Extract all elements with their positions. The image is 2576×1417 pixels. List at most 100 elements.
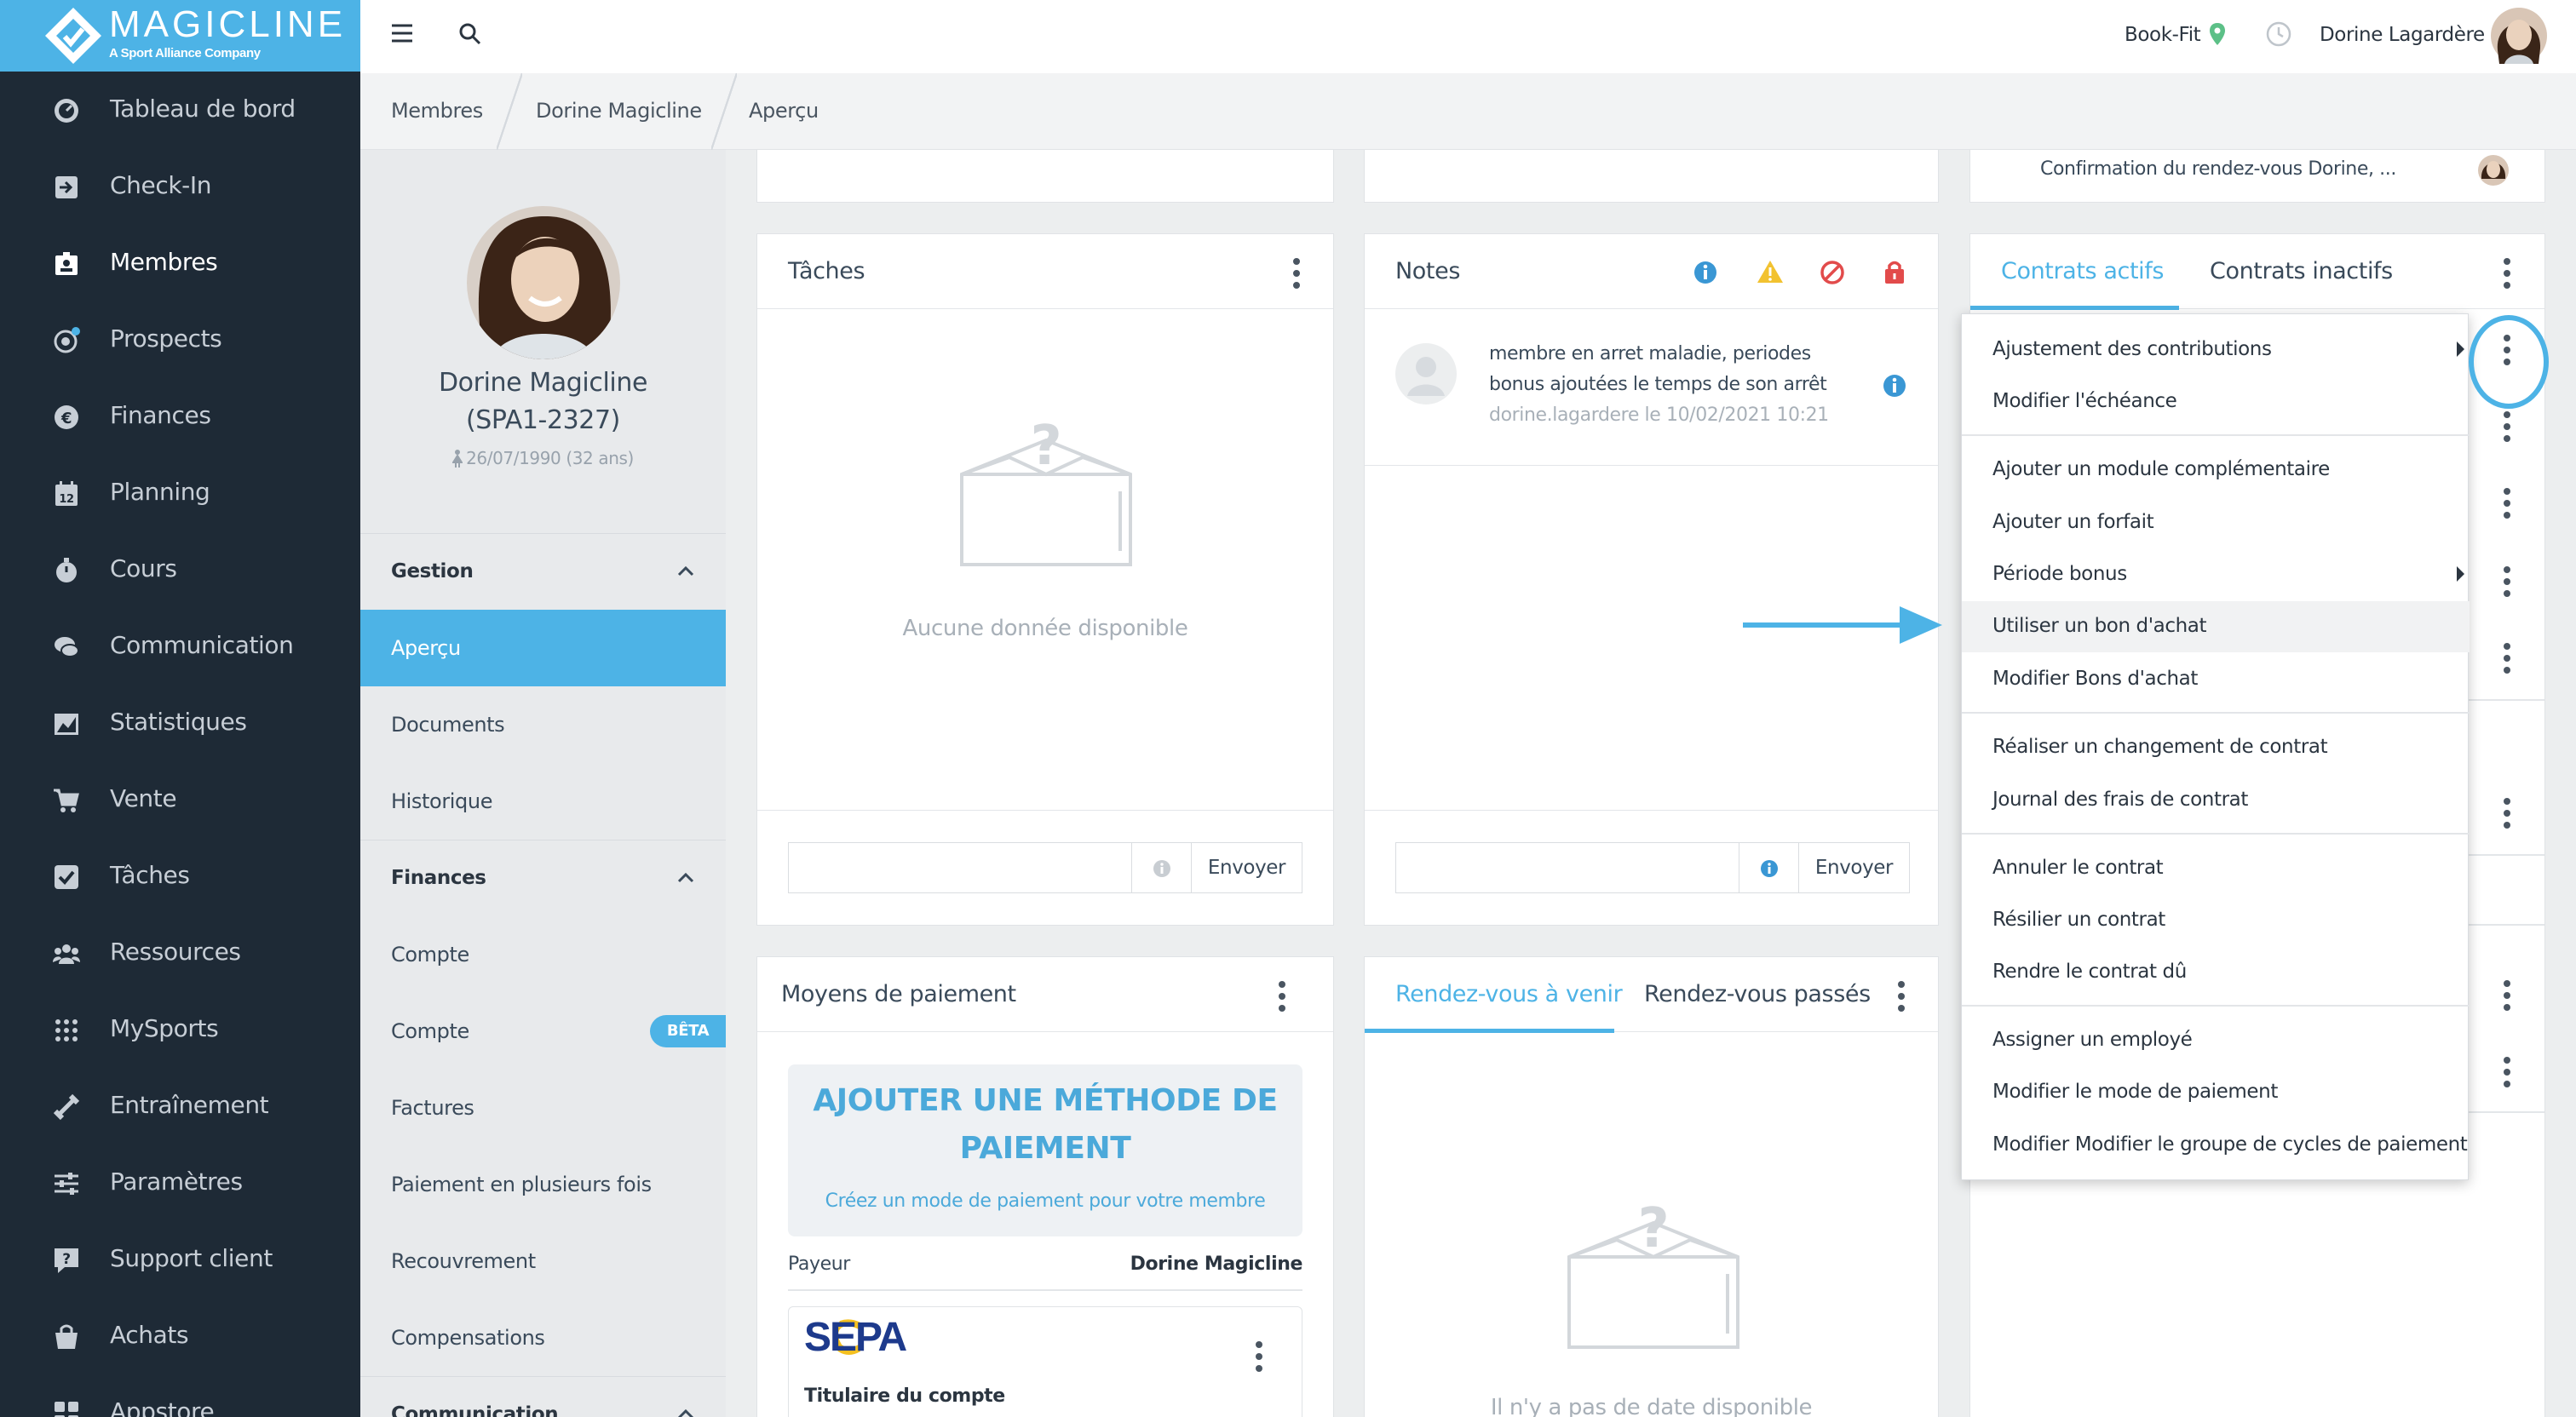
menu-item-compensations[interactable]: Compensations <box>360 1299 726 1376</box>
menu-item-modifier-mode-paiement[interactable]: Modifier le mode de paiement <box>1962 1067 2470 1118</box>
menu-item-assigner-employe[interactable]: Assigner un employé <box>1962 1015 2470 1066</box>
contract-row-options-icon[interactable] <box>2502 1057 2512 1091</box>
sidebar-item-members[interactable]: Membres <box>0 226 360 302</box>
brand-logo[interactable]: MAGICLINE A Sport Alliance Company <box>0 0 360 72</box>
menu-item-rendre-contrat-du[interactable]: Rendre le contrat dû <box>1962 947 2470 998</box>
menu-item-ajustement-contributions[interactable]: Ajustement des contributions <box>1962 324 2470 376</box>
menu-item-compte[interactable]: Compte <box>360 916 726 993</box>
menu-item-label: Aperçu <box>391 636 461 660</box>
contract-row-options-icon[interactable] <box>2502 566 2512 600</box>
sidebar-item-statistiques[interactable]: Statistiques <box>0 686 360 762</box>
note-input[interactable] <box>1395 842 1739 893</box>
task-info[interactable] <box>1132 842 1192 893</box>
chevron-up-icon[interactable] <box>677 1409 694 1417</box>
breadcrumb-item-member[interactable]: Dorine Magicline <box>536 99 702 123</box>
menu-item-changement-contrat[interactable]: Réaliser un changement de contrat <box>1962 722 2470 773</box>
task-send-button[interactable]: Envoyer <box>1192 842 1302 893</box>
clock-icon[interactable] <box>2266 21 2291 47</box>
tab-contrats-inactifs[interactable]: Contrats inactifs <box>2210 258 2393 284</box>
tab-rdv-a-venir[interactable]: Rendez-vous à venir <box>1395 981 1623 1007</box>
chevron-up-icon[interactable] <box>677 566 694 577</box>
more-options-icon[interactable] <box>1254 1341 1264 1375</box>
menu-item-compte-beta[interactable]: Compte BÊTA <box>360 993 726 1070</box>
menu-item-ajouter-forfait[interactable]: Ajouter un forfait <box>1962 497 2470 548</box>
menu-item-periode-bonus[interactable]: Période bonus <box>1962 549 2470 600</box>
section-communication[interactable]: Communication <box>360 1376 726 1417</box>
chevron-up-icon[interactable] <box>677 873 694 883</box>
note-item[interactable]: membre en arret maladie, periodes bonus … <box>1365 309 1938 466</box>
menu-item-modifier-bons-achat[interactable]: Modifier Bons d'achat <box>1962 654 2470 705</box>
empty-state-text: Aucune donnée disponible <box>902 616 1188 641</box>
tab-contrats-actifs[interactable]: Contrats actifs <box>2001 258 2164 284</box>
menu-item-paiement-plusieurs-fois[interactable]: Paiement en plusieurs fois <box>360 1146 726 1223</box>
menu-divider <box>1962 1005 2470 1007</box>
sidebar-item-vente[interactable]: Vente <box>0 762 360 839</box>
menu-divider <box>1962 712 2470 714</box>
beta-badge: BÊTA <box>650 1015 726 1047</box>
lock-filter-icon[interactable] <box>1883 259 1906 284</box>
note-text-line-1: membre en arret maladie, periodes <box>1489 343 1811 364</box>
section-gestion[interactable]: Gestion <box>360 533 726 610</box>
sidebar-item-support[interactable]: ? Support client <box>0 1222 360 1299</box>
hamburger-menu-icon[interactable] <box>392 24 412 43</box>
menu-item-documents[interactable]: Documents <box>360 686 726 763</box>
note-info[interactable] <box>1739 842 1799 893</box>
studio-selector[interactable]: Book-Fit <box>2125 24 2201 46</box>
sidebar-item-finances[interactable]: € Finances <box>0 379 360 456</box>
menu-item-resilier-contrat[interactable]: Résilier un contrat <box>1962 895 2470 946</box>
more-options-icon[interactable] <box>1277 981 1287 1015</box>
contract-row-options-icon[interactable] <box>2502 411 2512 445</box>
sidebar-item-entrainement[interactable]: Entraînement <box>0 1069 360 1145</box>
sidebar-item-dashboard[interactable]: Tableau de bord <box>0 72 360 149</box>
sidebar-item-cours[interactable]: Cours <box>0 532 360 609</box>
sidebar-item-planning[interactable]: 12 Planning <box>0 456 360 532</box>
chat-icon <box>55 637 79 657</box>
menu-item-journal-frais[interactable]: Journal des frais de contrat <box>1962 775 2470 826</box>
menu-item-apercu[interactable]: Aperçu <box>360 610 726 686</box>
contract-row-options-icon[interactable] <box>2502 980 2512 1014</box>
sidebar-item-mysports[interactable]: MySports <box>0 992 360 1069</box>
section-finances[interactable]: Finances <box>360 840 726 916</box>
menu-item-label: Historique <box>391 789 493 813</box>
menu-item-factures[interactable]: Factures <box>360 1070 726 1146</box>
blocked-filter-icon[interactable] <box>1820 260 1845 285</box>
sidebar-item-prospects[interactable]: Prospects <box>0 302 360 379</box>
info-filter-icon[interactable] <box>1693 261 1717 284</box>
section-title: Gestion <box>391 560 474 582</box>
sidebar-item-checkin[interactable]: Check-In <box>0 149 360 226</box>
note-send-button[interactable]: Envoyer <box>1799 842 1910 893</box>
menu-item-recouvrement[interactable]: Recouvrement <box>360 1223 726 1299</box>
menu-item-utiliser-bon-achat[interactable]: Utiliser un bon d'achat <box>1962 601 2470 652</box>
tab-rdv-passes[interactable]: Rendez-vous passés <box>1644 981 1871 1007</box>
add-payment-method-button[interactable]: AJOUTER UNE MÉTHODE DE PAIEMENT Créez un… <box>788 1064 1302 1236</box>
menu-item-historique[interactable]: Historique <box>360 763 726 840</box>
warning-filter-icon[interactable] <box>1757 260 1784 284</box>
breadcrumb-item-members[interactable]: Membres <box>391 99 483 123</box>
menu-item-label: Résilier un contrat <box>1992 909 2165 931</box>
sepa-payment-card[interactable]: SEPA Titulaire du compte <box>788 1306 1302 1417</box>
sidebar-item-taches[interactable]: Tâches <box>0 839 360 915</box>
sidebar-item-communication[interactable]: Communication <box>0 609 360 686</box>
finances-icon: € <box>55 405 78 429</box>
menu-item-modifier-groupe-cycles[interactable]: Modifier Modifier le groupe de cycles de… <box>1962 1120 2470 1171</box>
more-options-icon[interactable] <box>1291 258 1302 292</box>
sidebar-item-ressources[interactable]: Ressources <box>0 915 360 992</box>
contract-row-options-icon[interactable] <box>2502 643 2512 677</box>
current-user-name[interactable]: Dorine Lagardère <box>2320 24 2485 46</box>
contract-row-options-icon[interactable] <box>2502 798 2512 832</box>
appointment-confirmation-text: Confirmation du rendez-vous Dorine, ... <box>2040 158 2396 180</box>
search-icon[interactable] <box>459 23 481 45</box>
sidebar-item-parametres[interactable]: Paramètres <box>0 1145 360 1222</box>
more-options-icon[interactable] <box>1896 981 1906 1015</box>
contract-row-options-icon[interactable] <box>2502 488 2512 522</box>
menu-item-ajouter-module[interactable]: Ajouter un module complémentaire <box>1962 445 2470 496</box>
sidebar-item-achats[interactable]: Achats <box>0 1299 360 1375</box>
sidebar: MAGICLINE A Sport Alliance Company Table… <box>0 0 360 1417</box>
menu-item-modifier-echeance[interactable]: Modifier l'échéance <box>1962 376 2470 427</box>
menu-item-annuler-contrat[interactable]: Annuler le contrat <box>1962 843 2470 894</box>
task-input[interactable] <box>788 842 1132 893</box>
more-options-icon[interactable] <box>2502 258 2512 292</box>
user-avatar[interactable] <box>2491 8 2547 64</box>
menu-item-label: Modifier le mode de paiement <box>1992 1081 2278 1103</box>
sidebar-item-appstore[interactable]: Appstore <box>0 1375 360 1417</box>
